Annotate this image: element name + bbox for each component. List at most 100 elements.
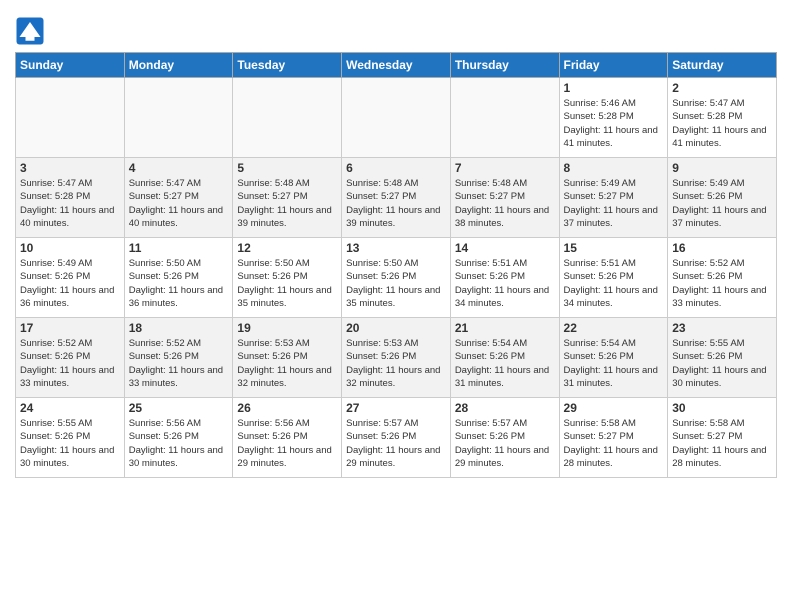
day-info: Sunrise: 5:48 AM Sunset: 5:27 PM Dayligh… — [455, 177, 555, 230]
calendar-cell: 22 Sunrise: 5:54 AM Sunset: 5:26 PM Dayli… — [559, 318, 668, 398]
day-number: 10 — [20, 241, 120, 255]
calendar-cell: 7 Sunrise: 5:48 AM Sunset: 5:27 PM Daylig… — [450, 158, 559, 238]
calendar-cell: 19 Sunrise: 5:53 AM Sunset: 5:26 PM Dayli… — [233, 318, 342, 398]
calendar-cell: 13 Sunrise: 5:50 AM Sunset: 5:26 PM Dayli… — [342, 238, 451, 318]
calendar-header-row: SundayMondayTuesdayWednesdayThursdayFrid… — [16, 53, 777, 78]
calendar-cell: 9 Sunrise: 5:49 AM Sunset: 5:26 PM Daylig… — [668, 158, 777, 238]
calendar-cell: 14 Sunrise: 5:51 AM Sunset: 5:26 PM Dayli… — [450, 238, 559, 318]
day-number: 13 — [346, 241, 446, 255]
day-number: 30 — [672, 401, 772, 415]
day-info: Sunrise: 5:54 AM Sunset: 5:26 PM Dayligh… — [455, 337, 555, 390]
day-number: 5 — [237, 161, 337, 175]
day-info: Sunrise: 5:47 AM Sunset: 5:28 PM Dayligh… — [20, 177, 120, 230]
day-number: 16 — [672, 241, 772, 255]
calendar-cell: 3 Sunrise: 5:47 AM Sunset: 5:28 PM Daylig… — [16, 158, 125, 238]
page-header — [15, 10, 777, 46]
day-info: Sunrise: 5:46 AM Sunset: 5:28 PM Dayligh… — [564, 97, 664, 150]
col-header-friday: Friday — [559, 53, 668, 78]
calendar-cell: 8 Sunrise: 5:49 AM Sunset: 5:27 PM Daylig… — [559, 158, 668, 238]
day-info: Sunrise: 5:52 AM Sunset: 5:26 PM Dayligh… — [129, 337, 229, 390]
day-info: Sunrise: 5:47 AM Sunset: 5:28 PM Dayligh… — [672, 97, 772, 150]
day-number: 27 — [346, 401, 446, 415]
day-info: Sunrise: 5:53 AM Sunset: 5:26 PM Dayligh… — [237, 337, 337, 390]
day-info: Sunrise: 5:49 AM Sunset: 5:26 PM Dayligh… — [20, 257, 120, 310]
logo-icon — [15, 16, 45, 46]
col-header-thursday: Thursday — [450, 53, 559, 78]
day-info: Sunrise: 5:56 AM Sunset: 5:26 PM Dayligh… — [129, 417, 229, 470]
calendar-cell: 5 Sunrise: 5:48 AM Sunset: 5:27 PM Daylig… — [233, 158, 342, 238]
day-info: Sunrise: 5:50 AM Sunset: 5:26 PM Dayligh… — [346, 257, 446, 310]
calendar-cell: 1 Sunrise: 5:46 AM Sunset: 5:28 PM Daylig… — [559, 78, 668, 158]
day-info: Sunrise: 5:56 AM Sunset: 5:26 PM Dayligh… — [237, 417, 337, 470]
day-number: 7 — [455, 161, 555, 175]
calendar-table: SundayMondayTuesdayWednesdayThursdayFrid… — [15, 52, 777, 478]
day-info: Sunrise: 5:48 AM Sunset: 5:27 PM Dayligh… — [346, 177, 446, 230]
calendar-cell: 29 Sunrise: 5:58 AM Sunset: 5:27 PM Dayli… — [559, 398, 668, 478]
day-number: 29 — [564, 401, 664, 415]
calendar-week-row: 10 Sunrise: 5:49 AM Sunset: 5:26 PM Dayli… — [16, 238, 777, 318]
day-number: 20 — [346, 321, 446, 335]
day-number: 11 — [129, 241, 229, 255]
day-number: 28 — [455, 401, 555, 415]
day-info: Sunrise: 5:48 AM Sunset: 5:27 PM Dayligh… — [237, 177, 337, 230]
day-info: Sunrise: 5:57 AM Sunset: 5:26 PM Dayligh… — [455, 417, 555, 470]
calendar-cell: 17 Sunrise: 5:52 AM Sunset: 5:26 PM Dayli… — [16, 318, 125, 398]
day-info: Sunrise: 5:52 AM Sunset: 5:26 PM Dayligh… — [672, 257, 772, 310]
calendar-cell: 11 Sunrise: 5:50 AM Sunset: 5:26 PM Dayli… — [124, 238, 233, 318]
day-number: 17 — [20, 321, 120, 335]
calendar-cell: 6 Sunrise: 5:48 AM Sunset: 5:27 PM Daylig… — [342, 158, 451, 238]
calendar-cell — [342, 78, 451, 158]
col-header-sunday: Sunday — [16, 53, 125, 78]
day-number: 14 — [455, 241, 555, 255]
calendar-cell: 21 Sunrise: 5:54 AM Sunset: 5:26 PM Dayli… — [450, 318, 559, 398]
calendar-cell — [124, 78, 233, 158]
day-info: Sunrise: 5:49 AM Sunset: 5:26 PM Dayligh… — [672, 177, 772, 230]
day-number: 6 — [346, 161, 446, 175]
day-info: Sunrise: 5:51 AM Sunset: 5:26 PM Dayligh… — [564, 257, 664, 310]
calendar-cell: 30 Sunrise: 5:58 AM Sunset: 5:27 PM Dayli… — [668, 398, 777, 478]
day-number: 22 — [564, 321, 664, 335]
day-info: Sunrise: 5:57 AM Sunset: 5:26 PM Dayligh… — [346, 417, 446, 470]
day-number: 24 — [20, 401, 120, 415]
day-info: Sunrise: 5:51 AM Sunset: 5:26 PM Dayligh… — [455, 257, 555, 310]
calendar-cell: 16 Sunrise: 5:52 AM Sunset: 5:26 PM Dayli… — [668, 238, 777, 318]
calendar-cell: 15 Sunrise: 5:51 AM Sunset: 5:26 PM Dayli… — [559, 238, 668, 318]
day-number: 12 — [237, 241, 337, 255]
day-number: 1 — [564, 81, 664, 95]
calendar-cell: 18 Sunrise: 5:52 AM Sunset: 5:26 PM Dayli… — [124, 318, 233, 398]
calendar-week-row: 17 Sunrise: 5:52 AM Sunset: 5:26 PM Dayli… — [16, 318, 777, 398]
day-number: 4 — [129, 161, 229, 175]
day-number: 26 — [237, 401, 337, 415]
calendar-cell — [450, 78, 559, 158]
day-number: 15 — [564, 241, 664, 255]
day-number: 8 — [564, 161, 664, 175]
day-info: Sunrise: 5:58 AM Sunset: 5:27 PM Dayligh… — [564, 417, 664, 470]
col-header-wednesday: Wednesday — [342, 53, 451, 78]
day-info: Sunrise: 5:58 AM Sunset: 5:27 PM Dayligh… — [672, 417, 772, 470]
calendar-cell — [16, 78, 125, 158]
calendar-cell: 20 Sunrise: 5:53 AM Sunset: 5:26 PM Dayli… — [342, 318, 451, 398]
day-info: Sunrise: 5:55 AM Sunset: 5:26 PM Dayligh… — [20, 417, 120, 470]
day-info: Sunrise: 5:52 AM Sunset: 5:26 PM Dayligh… — [20, 337, 120, 390]
calendar-cell: 26 Sunrise: 5:56 AM Sunset: 5:26 PM Dayli… — [233, 398, 342, 478]
day-info: Sunrise: 5:54 AM Sunset: 5:26 PM Dayligh… — [564, 337, 664, 390]
day-number: 3 — [20, 161, 120, 175]
calendar-cell: 28 Sunrise: 5:57 AM Sunset: 5:26 PM Dayli… — [450, 398, 559, 478]
day-info: Sunrise: 5:50 AM Sunset: 5:26 PM Dayligh… — [129, 257, 229, 310]
day-number: 18 — [129, 321, 229, 335]
day-number: 19 — [237, 321, 337, 335]
day-info: Sunrise: 5:50 AM Sunset: 5:26 PM Dayligh… — [237, 257, 337, 310]
col-header-saturday: Saturday — [668, 53, 777, 78]
day-number: 21 — [455, 321, 555, 335]
day-info: Sunrise: 5:53 AM Sunset: 5:26 PM Dayligh… — [346, 337, 446, 390]
day-info: Sunrise: 5:49 AM Sunset: 5:27 PM Dayligh… — [564, 177, 664, 230]
calendar-week-row: 1 Sunrise: 5:46 AM Sunset: 5:28 PM Daylig… — [16, 78, 777, 158]
day-number: 23 — [672, 321, 772, 335]
col-header-monday: Monday — [124, 53, 233, 78]
calendar-week-row: 24 Sunrise: 5:55 AM Sunset: 5:26 PM Dayli… — [16, 398, 777, 478]
day-number: 9 — [672, 161, 772, 175]
calendar-cell: 10 Sunrise: 5:49 AM Sunset: 5:26 PM Dayli… — [16, 238, 125, 318]
calendar-cell: 12 Sunrise: 5:50 AM Sunset: 5:26 PM Dayli… — [233, 238, 342, 318]
calendar-cell: 2Sunrise: 5:47 AM Sunset: 5:28 PM Daylig… — [668, 78, 777, 158]
calendar-cell: 24 Sunrise: 5:55 AM Sunset: 5:26 PM Dayli… — [16, 398, 125, 478]
